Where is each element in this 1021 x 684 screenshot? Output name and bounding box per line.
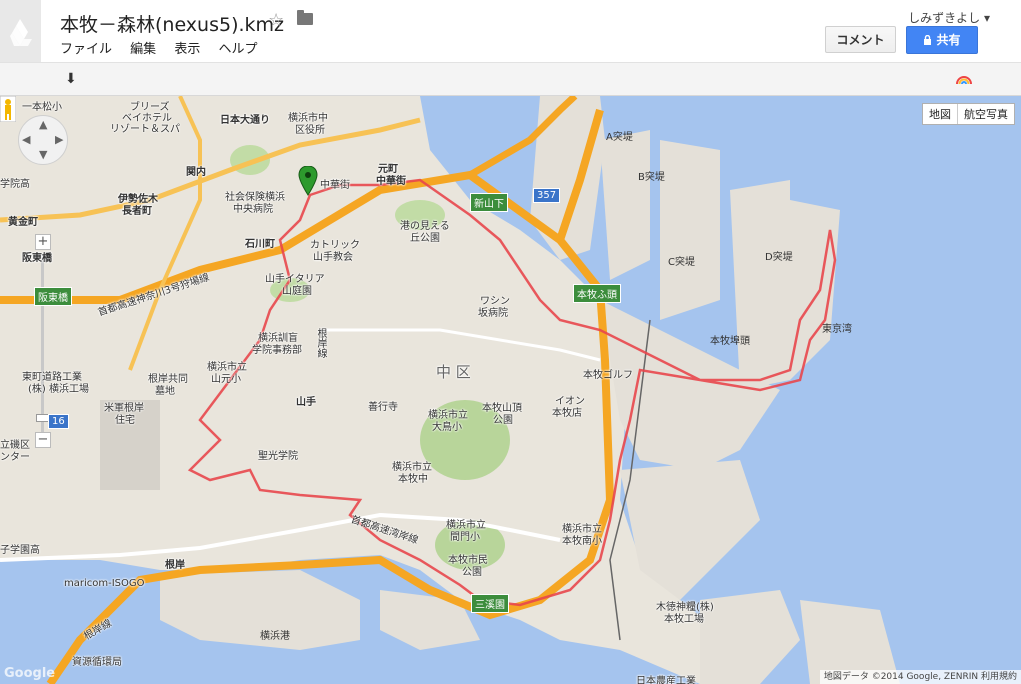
- zoom-track[interactable]: [41, 254, 44, 432]
- rainbow-icon[interactable]: [956, 72, 972, 86]
- map-label: 学院事務部: [252, 345, 302, 356]
- map-label: ンター: [0, 452, 30, 463]
- map-label: 本牧中: [398, 474, 428, 485]
- comment-button[interactable]: コメント: [825, 26, 896, 53]
- map-label: A突堤: [606, 132, 633, 143]
- map-button[interactable]: 地図: [923, 104, 957, 124]
- pan-control[interactable]: ▲ ◀ ▶ ▼: [18, 115, 68, 165]
- menu-view[interactable]: 表示: [174, 42, 200, 57]
- map-label: 一本松小: [22, 102, 62, 113]
- map-label: 善行寺: [368, 402, 398, 413]
- map-label: 区役所: [295, 125, 325, 136]
- map-label: C突堤: [668, 257, 695, 268]
- map-label: B突堤: [638, 172, 665, 183]
- map-label: 大鳥小: [432, 422, 462, 433]
- map-label: 根岸: [165, 560, 185, 571]
- pan-down-icon[interactable]: ▼: [39, 148, 47, 161]
- account-menu[interactable]: しみずきよし ▾: [908, 9, 990, 26]
- zoom-out-button[interactable]: −: [35, 432, 51, 448]
- folder-icon[interactable]: [297, 10, 313, 25]
- document-title[interactable]: 本牧－森林(nexus5).kmz: [60, 10, 284, 37]
- lock-icon: [924, 34, 932, 45]
- share-button[interactable]: 共有: [906, 26, 978, 54]
- map-label: 本牧埠頭: [710, 336, 750, 347]
- map-label: 本牧ゴルフ: [583, 370, 633, 381]
- map-label: 聖光学院: [258, 451, 298, 462]
- map-label: 本牧店: [552, 408, 582, 419]
- map-label: 間門小: [450, 532, 480, 543]
- map-label: 丘公園: [410, 233, 440, 244]
- map-graphics: [0, 96, 1021, 684]
- route-sign: 357: [533, 188, 561, 203]
- pan-left-icon[interactable]: ◀: [22, 133, 30, 146]
- map-label: 公園: [462, 567, 482, 578]
- map-label: 山庭園: [282, 286, 312, 297]
- map-label: maricom-ISOGO: [64, 578, 145, 589]
- zoom-in-button[interactable]: +: [35, 234, 51, 250]
- map-label: 長者町: [122, 206, 152, 217]
- map-label: 公園: [493, 415, 513, 426]
- map-label: 本牧南小: [562, 536, 602, 547]
- drive-icon: [10, 19, 32, 46]
- map-label: 資源循環局: [72, 657, 122, 668]
- road-sign: 本牧ふ頭: [573, 284, 621, 303]
- map-label: 石川町: [245, 239, 275, 250]
- map-label: 山手教会: [313, 252, 353, 263]
- map-label: 山元小: [211, 374, 241, 385]
- map-label: (株) 横浜工場: [28, 384, 89, 395]
- map-label: 根岸線: [315, 328, 326, 358]
- map-label: 学院高: [0, 179, 30, 190]
- map-label: 中華街: [376, 176, 406, 187]
- download-icon[interactable]: ⬇: [65, 71, 77, 87]
- google-logo[interactable]: Google: [4, 666, 55, 681]
- map-label: 坂病院: [478, 308, 508, 319]
- map-label: 墓地: [155, 386, 175, 397]
- pegman-icon[interactable]: [0, 96, 16, 122]
- road-sign: 三溪園: [471, 594, 509, 613]
- road-sign: 阪東橋: [34, 287, 72, 306]
- app-header: 本牧－森林(nexus5).kmz ☆ ファイル 編集 表示 ヘルプ しみずきよ…: [0, 0, 1021, 62]
- star-icon[interactable]: ☆: [268, 10, 284, 31]
- road-sign: 新山下: [470, 193, 508, 212]
- map-label: 住宅: [115, 415, 135, 426]
- map-label: 中央病院: [233, 204, 273, 215]
- menu-file[interactable]: ファイル: [60, 42, 112, 57]
- pan-up-icon[interactable]: ▲: [39, 118, 47, 131]
- map-label: 山手: [296, 397, 316, 408]
- drive-logo[interactable]: [0, 0, 41, 62]
- map-label: 子学園高: [0, 545, 40, 556]
- pan-right-icon[interactable]: ▶: [55, 133, 63, 146]
- toolbar: ⬇: [0, 62, 1021, 96]
- map-label: 黄金町: [8, 217, 38, 228]
- map-label: 東京湾: [822, 324, 852, 335]
- map-attribution[interactable]: 地図データ ©2014 Google, ZENRIN 利用規約: [819, 670, 1021, 684]
- route-sign: 16: [48, 414, 69, 429]
- map-type-toggle: 地図 航空写真: [922, 103, 1015, 125]
- map-label: 日本農産工業: [636, 676, 696, 684]
- map-label: 中華街: [320, 180, 350, 191]
- share-label: 共有: [936, 33, 961, 47]
- menu-edit[interactable]: 編集: [130, 42, 156, 57]
- map-canvas[interactable]: 地図 航空写真 ▲ ◀ ▶ ▼ + − 一本松小 ブリーズ ベイホテル リゾート…: [0, 96, 1021, 684]
- location-pin-icon[interactable]: [298, 166, 318, 196]
- map-label: 横浜港: [260, 631, 290, 642]
- map-label: 阪東橋: [22, 253, 52, 264]
- menu-bar: ファイル 編集 表示 ヘルプ: [60, 38, 271, 57]
- map-label: リゾート＆スパ: [110, 124, 180, 135]
- satellite-button[interactable]: 航空写真: [957, 104, 1014, 124]
- menu-help[interactable]: ヘルプ: [218, 42, 257, 57]
- map-label: 本牧工場: [664, 614, 704, 625]
- map-label: D突堤: [765, 252, 793, 263]
- map-label: 関内: [186, 167, 206, 178]
- map-label: 中 区: [436, 363, 471, 381]
- map-label: 日本大通り: [220, 115, 270, 126]
